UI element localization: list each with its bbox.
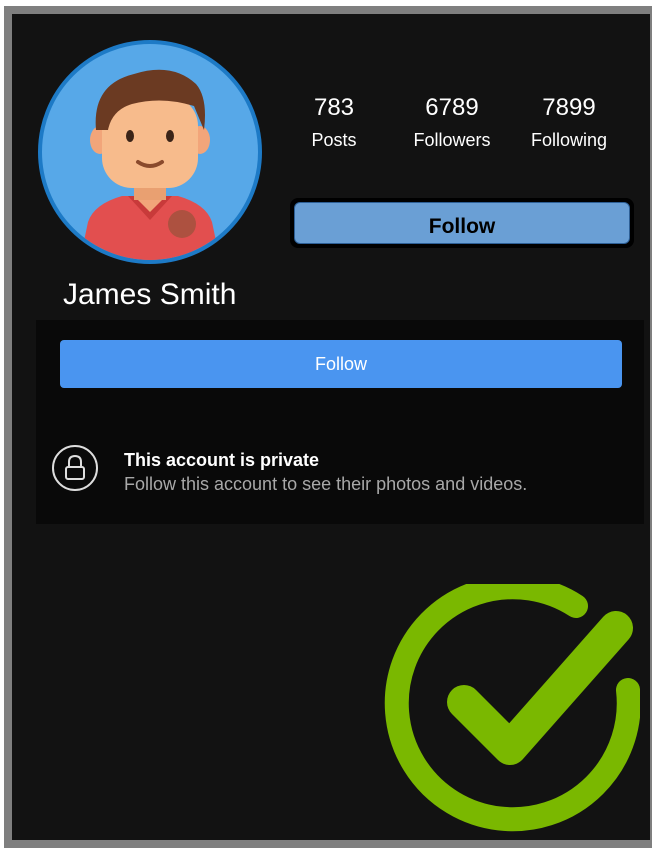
profile-name: James Smith	[63, 278, 237, 311]
stat-following-value: 7899	[542, 94, 596, 121]
private-profile-panel: Follow This account is private Follow th…	[36, 320, 644, 524]
lock-icon	[52, 445, 98, 491]
follow-button-frame: Follow	[290, 198, 634, 248]
stat-posts-label: Posts	[311, 130, 357, 150]
stat-followers-label: Followers	[413, 130, 491, 150]
checkmark-icon	[384, 584, 640, 832]
follow-top-button[interactable]: Follow	[294, 202, 630, 244]
follow-main-button[interactable]: Follow	[60, 340, 622, 388]
profile-screen: 783 Posts 6789 Followers 7899 Following …	[12, 14, 650, 840]
stat-following-label: Following	[530, 130, 608, 150]
avatar-illustration-icon	[80, 69, 220, 260]
stat-posts-value: 783	[313, 94, 355, 121]
stat-followers-value: 6789	[425, 94, 479, 121]
private-subtitle: Follow this account to see their photos …	[124, 474, 528, 494]
avatar	[38, 40, 262, 264]
private-title: This account is private	[124, 450, 320, 470]
